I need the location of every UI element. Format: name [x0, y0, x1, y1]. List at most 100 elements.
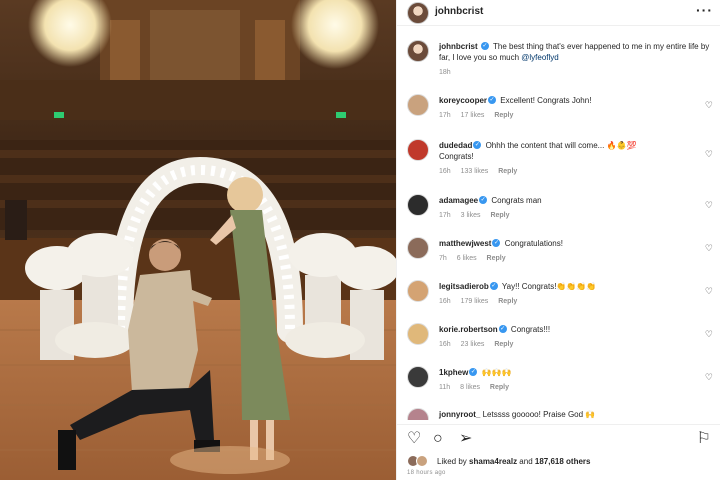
- comment-text: Congratulations!: [504, 239, 563, 248]
- verified-badge-icon: ✓: [469, 368, 478, 377]
- reply-button[interactable]: Reply: [494, 112, 513, 119]
- proposal-scene: [0, 0, 396, 480]
- comment-text: Congrats!!!: [510, 325, 551, 334]
- caption-text: johnbcrist ✓ The best thing that's ever …: [439, 41, 711, 63]
- caption-time: 18h: [439, 69, 451, 76]
- verified-badge-icon: ✓: [488, 96, 497, 105]
- comment-time: 17h: [439, 112, 451, 119]
- reply-button[interactable]: Reply: [490, 384, 509, 391]
- comment-username[interactable]: legitsadierob: [439, 282, 489, 291]
- caption-body: The best thing that's ever happened to m…: [439, 42, 710, 62]
- comment-text: Letssss gooooo! Praise God 🙌: [482, 410, 596, 419]
- comment-time: 16h: [439, 298, 451, 305]
- reply-button[interactable]: Reply: [498, 298, 517, 305]
- comment-heart-icon[interactable]: ♡: [705, 286, 713, 297]
- comment-likes[interactable]: 8 likes: [460, 384, 480, 391]
- comment-text: Yay!! Congrats!👏👏👏👏: [501, 282, 597, 291]
- likes-text: Liked by shama4realz and 187,618 others: [437, 457, 590, 466]
- post-time: 18 hours ago: [407, 470, 446, 476]
- comment-meta: 17h 17 likes Reply: [439, 112, 521, 119]
- reply-button[interactable]: Reply: [494, 341, 513, 348]
- heart-icon[interactable]: ♡: [407, 430, 421, 448]
- reply-button[interactable]: Reply: [487, 255, 506, 262]
- commenter-avatar[interactable]: [407, 366, 429, 388]
- post-header: johnbcrist ···: [397, 0, 720, 26]
- comments-list: koreycooper ✓ Excellent! Congrats John! 1…: [397, 90, 720, 420]
- verified-badge-icon: ✓: [492, 239, 501, 248]
- comment-time: 7h: [439, 255, 447, 262]
- comment-text: 🙌🙌🙌: [481, 368, 512, 377]
- liker-avatar: [416, 455, 428, 467]
- post-caption: johnbcrist ✓ The best thing that's ever …: [397, 36, 720, 84]
- caption-avatar[interactable]: [407, 40, 429, 62]
- comment-item: matthewjwest ✓ Congratulations! 7h 6 like…: [397, 233, 720, 273]
- comment-username[interactable]: adamagee: [439, 196, 478, 205]
- likes-summary: Liked by shama4realz and 187,618 others: [407, 455, 717, 469]
- more-horizontal-icon[interactable]: ···: [696, 2, 713, 18]
- comment-item: legitsadierob ✓ Yay!! Congrats!👏👏👏👏 16h 1…: [397, 276, 720, 316]
- comment-likes[interactable]: 3 likes: [461, 212, 481, 219]
- comment-item: koreycooper ✓ Excellent! Congrats John! 1…: [397, 90, 720, 130]
- comment-item: korie.robertson ✓ Congrats!!! 16h 23 like…: [397, 319, 720, 359]
- reply-button[interactable]: Reply: [498, 168, 517, 175]
- comment-heart-icon[interactable]: ♡: [705, 149, 713, 160]
- comment-likes[interactable]: 17 likes: [461, 112, 485, 119]
- comment-username[interactable]: 1kphew: [439, 368, 468, 377]
- verified-badge-icon: ✓: [489, 282, 498, 291]
- comment-item: jonnyroot_ Letssss gooooo! Praise God 🙌: [397, 404, 720, 420]
- bookmark-icon[interactable]: ⚐: [697, 430, 711, 448]
- comment-heart-icon[interactable]: ♡: [705, 100, 713, 111]
- comment-heart-icon[interactable]: ♡: [705, 372, 713, 383]
- comment-text: Ohhh the content that will come... 🔥👶💯: [485, 141, 637, 150]
- comment-username[interactable]: matthewjwest: [439, 239, 491, 248]
- comment-username[interactable]: dudedad: [439, 141, 472, 150]
- caption-username[interactable]: johnbcrist: [439, 42, 478, 51]
- comment-text-line2: Congrats!: [439, 152, 474, 161]
- comment-meta: 17h 3 likes Reply: [439, 212, 518, 219]
- post-side-panel: johnbcrist ··· johnbcrist ✓ The best thi…: [396, 0, 720, 480]
- comment-item: dudedad ✓ Ohhh the content that will come…: [397, 135, 720, 175]
- comment-item: 1kphew ✓ 🙌🙌🙌 11h 8 likes Reply ♡: [397, 362, 720, 402]
- commenter-avatar[interactable]: [407, 280, 429, 302]
- verified-badge-icon: ✓: [480, 42, 489, 51]
- comment-likes[interactable]: 23 likes: [461, 341, 485, 348]
- likes-prefix: Liked by: [437, 457, 467, 466]
- comment-meta: 11h 8 likes Reply: [439, 384, 517, 391]
- verified-badge-icon: ✓: [479, 196, 488, 205]
- comment-meta: 16h 23 likes Reply: [439, 341, 521, 348]
- verified-badge-icon: ✓: [498, 325, 507, 334]
- likes-others[interactable]: 187,618 others: [535, 457, 591, 466]
- likes-user[interactable]: shama4realz: [469, 457, 517, 466]
- comment-text: Excellent! Congrats John!: [500, 96, 592, 105]
- post-actions-bar: ♡ ○ ➢ ⚐: [397, 424, 720, 452]
- commenter-avatar[interactable]: [407, 323, 429, 345]
- post-photo: [0, 0, 396, 480]
- comment-heart-icon[interactable]: ♡: [705, 243, 713, 254]
- commenter-avatar[interactable]: [407, 194, 429, 216]
- share-icon[interactable]: ➢: [459, 430, 472, 448]
- comment-heart-icon[interactable]: ♡: [705, 329, 713, 340]
- commenter-avatar[interactable]: [407, 94, 429, 116]
- comment-likes[interactable]: 179 likes: [461, 298, 489, 305]
- comment-meta: 7h 6 likes Reply: [439, 255, 514, 262]
- author-avatar[interactable]: [407, 2, 429, 24]
- comment-heart-icon[interactable]: ♡: [705, 200, 713, 211]
- comment-time: 11h: [439, 384, 451, 391]
- comment-time: 16h: [439, 168, 451, 175]
- comment-likes[interactable]: 133 likes: [461, 168, 489, 175]
- comment-time: 17h: [439, 212, 451, 219]
- comment-username[interactable]: jonnyroot_: [439, 410, 480, 419]
- comment-username[interactable]: koreycooper: [439, 96, 487, 105]
- commenter-avatar[interactable]: [407, 237, 429, 259]
- comment-item: adamagee ✓ Congrats man 17h 3 likes Reply…: [397, 190, 720, 230]
- verified-badge-icon: ✓: [473, 141, 482, 150]
- comment-username[interactable]: korie.robertson: [439, 325, 498, 334]
- commenter-avatar[interactable]: [407, 408, 429, 420]
- comment-icon[interactable]: ○: [433, 430, 443, 448]
- comment-likes[interactable]: 6 likes: [457, 255, 477, 262]
- reply-button[interactable]: Reply: [490, 212, 509, 219]
- caption-mention[interactable]: @lyfeoflyd: [521, 53, 558, 62]
- likes-and: and: [519, 457, 533, 466]
- commenter-avatar[interactable]: [407, 139, 429, 161]
- author-username[interactable]: johnbcrist: [435, 6, 483, 17]
